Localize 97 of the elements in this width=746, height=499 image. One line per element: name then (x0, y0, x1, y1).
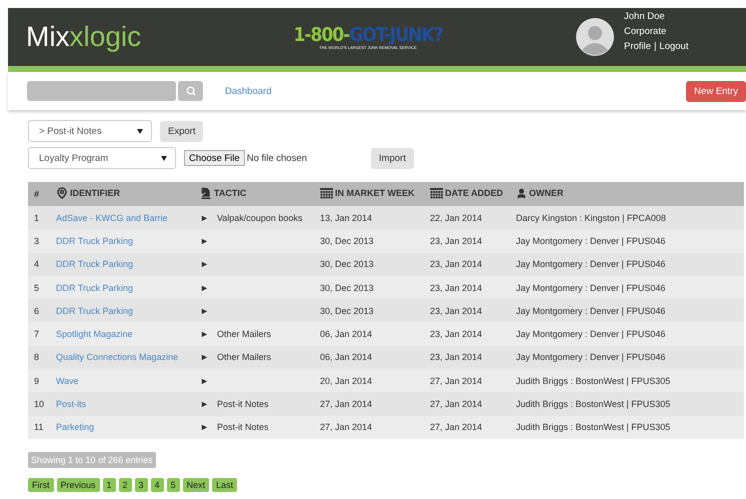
table-cell: 23, Jan 2014 (424, 229, 510, 253)
page-button[interactable]: Next (182, 478, 210, 492)
export-select[interactable]: > Post-it Notes (28, 120, 152, 142)
table-cell: Judith Briggs : BostonWest | FPUS305 (510, 392, 744, 416)
table-cell: 06, Jan 2014 (314, 346, 424, 370)
table-cell: Jay Montgomery : Denver | FPUS046 (510, 322, 744, 346)
column-header: DATE ADDED (445, 188, 504, 198)
caret-icon (137, 128, 143, 134)
table-cell: 30, Dec 2013 (314, 229, 424, 253)
table-cell: Post-it Notes (216, 422, 268, 432)
table-cell: Darcy Kingston : Kingston | FPCA008 (510, 206, 744, 230)
table-cell: Judith Briggs : BostonWest | FPUS305 (510, 369, 744, 392)
dashboard-link[interactable]: Dashboard (225, 86, 272, 96)
table-cell: 30, Dec 2013 (314, 276, 424, 300)
play-icon[interactable]: ► (200, 376, 209, 386)
table-cell: 7 (28, 322, 50, 346)
search-field[interactable] (27, 81, 176, 101)
table-cell: 6 (28, 299, 50, 322)
calendar-icon (320, 188, 334, 198)
play-icon[interactable]: ► (200, 259, 209, 270)
profile-link[interactable]: Profile (624, 40, 651, 52)
page-button[interactable]: 4 (150, 478, 164, 492)
page-button[interactable]: Last (212, 478, 238, 492)
column-header: OWNER (529, 188, 564, 198)
separator: | (654, 40, 656, 52)
client-logo: 1-800-GOT-JUNK? (294, 24, 443, 44)
table-cell: 10 (28, 392, 50, 416)
column-header: TACTIC (214, 188, 246, 198)
user-icon (516, 188, 528, 198)
table-cell: 11 (28, 416, 50, 439)
column-header: IDENTIFIER (70, 188, 120, 198)
calendar-icon (430, 188, 444, 198)
new-entry-button[interactable]: New Entry (686, 80, 746, 102)
table-cell: 23, Jan 2014 (424, 299, 510, 322)
search-icon (186, 86, 196, 96)
column-header: # (34, 189, 40, 199)
search-button[interactable] (178, 81, 203, 101)
logout-link[interactable]: Logout (659, 40, 688, 52)
table-cell: Valpak/coupon books (216, 212, 302, 223)
table-cell: 27, Jan 2014 (424, 369, 510, 392)
play-icon[interactable]: ► (200, 282, 209, 293)
user-role: Corporate (624, 26, 668, 36)
table-cell: 27, Jan 2014 (424, 416, 510, 439)
table-cell: 8 (28, 346, 50, 370)
table-cell: 30, Dec 2013 (314, 299, 424, 322)
table-cell: 3 (28, 229, 50, 253)
table-cell: Jay Montgomery : Denver | FPUS046 (510, 229, 744, 253)
import-button[interactable]: Import (370, 148, 414, 168)
table-cell: 23, Jan 2014 (424, 322, 510, 346)
page-button[interactable]: 5 (166, 478, 180, 492)
play-icon[interactable]: ► (200, 352, 209, 362)
table-cell: Other Mailers (216, 329, 271, 340)
avatar-icon (576, 18, 614, 56)
caret-icon (161, 156, 167, 160)
table-cell: 5 (28, 276, 50, 300)
program-select[interactable]: Loyalty Program (28, 147, 176, 169)
table-cell: Other Mailers (216, 352, 271, 362)
map-pin-icon (56, 187, 68, 199)
logo: Mixxlogic (26, 21, 142, 53)
page-button[interactable]: 2 (118, 478, 132, 492)
entries-info: Showing 1 to 10 of 266 entries (28, 452, 156, 468)
page-button[interactable]: Previous (56, 478, 100, 492)
column-header: IN MARKET WEEK (335, 188, 415, 198)
play-icon[interactable]: ► (200, 236, 209, 246)
table-cell: 22, Jan 2014 (424, 206, 510, 230)
file-status: No file chosen (246, 152, 307, 164)
table-cell: Jay Montgomery : Denver | FPUS046 (510, 346, 744, 370)
table-cell: 27, Jan 2014 (314, 392, 424, 416)
table-cell: Jay Montgomery : Denver | FPUS046 (510, 276, 744, 300)
page-button[interactable]: 3 (134, 478, 148, 492)
user-name: John Doe (624, 10, 666, 22)
play-icon[interactable]: ► (200, 399, 209, 410)
table-cell: 30, Dec 2013 (314, 252, 424, 276)
table-cell: 23, Jan 2014 (424, 346, 510, 370)
table-cell: 9 (28, 369, 50, 392)
play-icon[interactable]: ► (200, 422, 209, 432)
table-cell: 23, Jan 2014 (424, 252, 510, 276)
table-cell: 27, Jan 2014 (314, 416, 424, 439)
table-cell: Jay Montgomery : Denver | FPUS046 (510, 299, 744, 322)
table-cell: 1 (28, 206, 50, 230)
chess-knight-icon (200, 187, 212, 199)
page-button[interactable]: First (28, 478, 54, 492)
table-cell: Judith Briggs : BostonWest | FPUS305 (510, 416, 744, 439)
play-icon[interactable]: ► (200, 306, 209, 316)
table-cell: 13, Jan 2014 (314, 206, 424, 230)
export-button[interactable]: Export (160, 120, 204, 142)
table-cell: 06, Jan 2014 (314, 322, 424, 346)
table-cell: Post-it Notes (216, 399, 268, 410)
table-cell: Jay Montgomery : Denver | FPUS046 (510, 252, 744, 276)
play-icon[interactable]: ► (200, 329, 209, 340)
table-cell: 27, Jan 2014 (424, 392, 510, 416)
page-button[interactable]: 1 (102, 478, 116, 492)
table-cell: 4 (28, 252, 50, 276)
choose-file-button[interactable]: Choose File (184, 150, 245, 166)
table-cell: 23, Jan 2014 (424, 276, 510, 300)
play-icon[interactable]: ► (200, 212, 209, 223)
table-cell: 20, Jan 2014 (314, 369, 424, 392)
